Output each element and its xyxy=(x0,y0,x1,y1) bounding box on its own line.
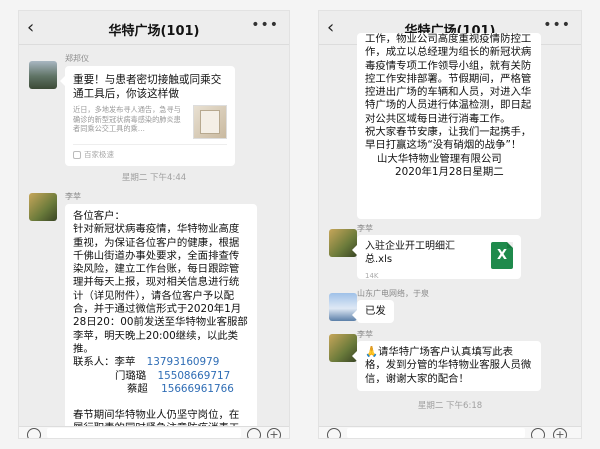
phone-link[interactable]: 15666961766 xyxy=(161,383,234,395)
message-text: 🙏请华特广场客户认真填写此表格，发到分管的华特物业客服人员微信，谢谢大家的配合！ xyxy=(365,346,532,385)
message-bubble[interactable]: 🙏请华特广场客户认真填写此表格，发到分管的华特物业客服人员微信，谢谢大家的配合！ xyxy=(352,341,541,391)
link-card-source: 百家极速 xyxy=(73,144,227,161)
timestamp: 星期二 下午4:44 xyxy=(121,173,187,183)
avatar[interactable] xyxy=(29,61,57,89)
sender-name: 郑邦仪 xyxy=(65,54,89,63)
message-text: 各位客户： 针对新冠状病毒疫情，华特物业高度重视，为保证各位客户的健康，根据千佛… xyxy=(73,210,248,355)
more-dots-icon[interactable]: ••• xyxy=(251,17,279,33)
chat-header: ‹ 华特广场(101) ••• xyxy=(19,11,289,45)
avatar[interactable] xyxy=(29,193,57,221)
chat-title: 华特广场(101) xyxy=(108,24,200,39)
link-card-thumbnail xyxy=(193,105,227,139)
sender-name: 李苹 xyxy=(357,224,373,233)
file-name: 入驻企业开工明细汇总.xls xyxy=(365,241,455,265)
input-bar: + xyxy=(319,426,581,438)
emoji-icon[interactable] xyxy=(247,428,261,438)
message-input[interactable] xyxy=(47,428,241,438)
plus-icon[interactable]: + xyxy=(267,428,281,438)
file-bubble[interactable]: 入驻企业开工明细汇总.xls 14K X xyxy=(352,235,521,280)
file-size: 14K xyxy=(365,272,379,280)
signature-company: 山大华特物业管理有限公司 xyxy=(377,152,502,165)
signature-date: 2020年1月28日星期二 xyxy=(395,165,504,178)
message-bubble[interactable]: 各位客户： 针对新冠状病毒疫情，华特物业高度重视，为保证各位客户的健康，根据千佛… xyxy=(65,204,257,438)
contact-line: 门璐璐 15508669717 xyxy=(115,369,231,382)
message-bubble[interactable]: 已发 xyxy=(352,300,394,324)
link-card-title: 重要！与患者密切接触或同乘交通工具后，你该这样做 xyxy=(73,74,222,100)
phone-link[interactable]: 15508669717 xyxy=(157,370,230,382)
source-icon xyxy=(73,150,81,159)
sender-name: 山东广电网络，于泉 xyxy=(357,289,429,298)
contact-line: 联系人：李苹 13793160979 xyxy=(73,356,220,369)
link-card-desc: 近日，多地发布寻人通告，急寻与确诊的新型冠状病毒感染的肺炎患者同乘公交工具的乘… xyxy=(73,105,181,133)
timestamp: 星期二 下午6:18 xyxy=(417,401,483,411)
link-card-bubble[interactable]: 重要！与患者密切接触或同乘交通工具后，你该这样做 近日，多地发布寻人通告，急寻与… xyxy=(60,66,235,167)
contact-line: 蔡超 15666961766 xyxy=(127,382,234,395)
emoji-icon[interactable] xyxy=(531,428,545,438)
message-bubble[interactable]: 工作，物业公司高度重视疫情防控工作，成立以总经理为组长的新冠状病毒疫情专项工作领… xyxy=(357,33,541,219)
voice-icon[interactable] xyxy=(27,428,41,438)
message-input[interactable] xyxy=(347,428,525,438)
input-bar: + xyxy=(19,426,289,438)
chat-window-left: ‹ 华特广场(101) ••• 郑邦仪 重要！与患者密切接触或同乘交通工具后，你… xyxy=(18,10,290,439)
source-name: 百家极速 xyxy=(84,150,114,159)
excel-file-icon: X xyxy=(491,242,513,269)
voice-icon[interactable] xyxy=(327,428,341,438)
phone-link[interactable]: 13793160979 xyxy=(147,356,220,368)
message-text: 已发 xyxy=(365,305,386,317)
more-dots-icon[interactable]: ••• xyxy=(543,17,571,33)
message-text: 工作，物业公司高度重视疫情防控工作，成立以总经理为组长的新冠状病毒疫情专项工作领… xyxy=(365,33,532,152)
sender-name: 李苹 xyxy=(357,330,373,339)
sender-name: 李苹 xyxy=(65,192,81,201)
plus-icon[interactable]: + xyxy=(553,428,567,438)
chat-window-right: ‹ 华特广场(101) ••• 工作，物业公司高度重视疫情防控工作，成立以总经理… xyxy=(318,10,582,439)
